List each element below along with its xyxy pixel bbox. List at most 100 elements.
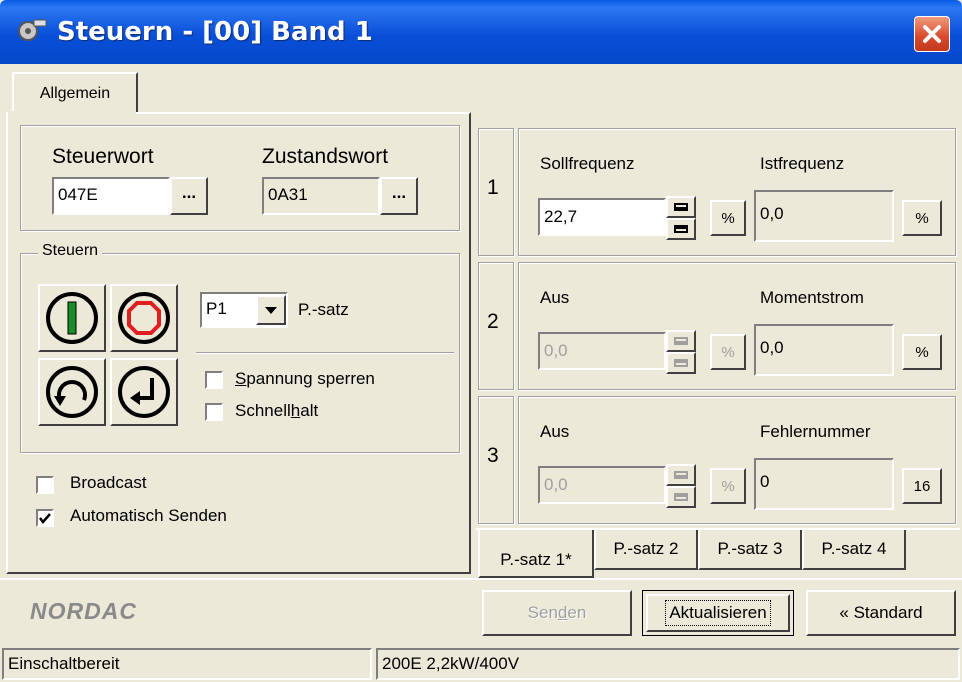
tab-psatz-4[interactable]: P.-satz 4: [802, 530, 906, 570]
row-2-left-label: Aus: [540, 288, 570, 307]
row-1-left-field[interactable]: 22,7: [538, 198, 666, 236]
stop-icon: [118, 292, 170, 344]
row-2-left-field[interactable]: 0,0: [538, 332, 666, 370]
schnellhalt-text-pre: Schnell: [235, 401, 291, 420]
row-2-right-button[interactable]: %: [902, 334, 942, 370]
brand-logo: NORDAC: [30, 598, 137, 624]
row-3-index: 3: [487, 444, 499, 467]
zustandswort-field[interactable]: 0A31: [262, 177, 380, 215]
tab-allgemein-label: Allgemein: [39, 85, 111, 102]
on-button[interactable]: [38, 284, 106, 352]
zustandswort-edit-button[interactable]: ...: [380, 177, 418, 215]
spannung-sperren-label[interactable]: Spannung sperren: [235, 369, 375, 389]
pset-select-value: P1: [206, 299, 227, 318]
steuerwort-field[interactable]: 047E: [52, 177, 170, 215]
schnellhalt-text-post: alt: [300, 401, 319, 420]
steuern-group-label: Steuern: [38, 242, 103, 260]
row-1-spinner[interactable]: [666, 196, 696, 240]
return-icon: [118, 366, 170, 418]
spannung-text-accel: S: [235, 369, 247, 388]
senden-text-pre: Sen: [527, 603, 558, 622]
senden-button[interactable]: Sen d en: [482, 590, 632, 636]
psatz-tabs-baseline: [476, 528, 960, 530]
close-button[interactable]: [914, 16, 950, 52]
checkmark-icon: [39, 513, 51, 524]
pset-label: P.-satz: [298, 300, 349, 319]
row-1-spin-up[interactable]: [666, 196, 696, 218]
spannung-text-post: pannung sperren: [246, 369, 375, 388]
close-icon: [923, 25, 941, 43]
schnellhalt-text-accel: h: [290, 401, 301, 420]
bottom-divider: [0, 578, 962, 580]
row-3-right-button[interactable]: 16: [902, 468, 942, 504]
spin-up-icon: [674, 471, 688, 479]
spin-up-icon: [674, 337, 688, 345]
direction-reverse-icon: [46, 366, 98, 418]
auto-senden-checkbox[interactable]: [36, 509, 54, 527]
row-3-left-label: Aus: [540, 422, 570, 441]
spin-down-icon: [674, 225, 688, 233]
steuerwort-label: Steuerwort: [52, 145, 154, 168]
spannung-sperren-checkbox[interactable]: [205, 371, 223, 389]
row-2-spin-down[interactable]: [666, 352, 696, 374]
row-1-right-button[interactable]: %: [902, 200, 942, 236]
status-right-text: 200E 2,2kW/400V: [382, 654, 520, 673]
chevron-down-icon: [265, 307, 277, 314]
row-3-right-field[interactable]: 0: [754, 458, 894, 510]
schnellhalt-checkbox[interactable]: [205, 403, 223, 421]
steuern-divider: [196, 352, 454, 354]
row-2-index: 2: [487, 310, 499, 333]
window-title: Steuern - [00] Band 1: [57, 17, 373, 47]
spin-up-icon: [674, 203, 688, 211]
standard-button[interactable]: « Standard: [806, 590, 956, 636]
row-1-right-label: Istfrequenz: [760, 154, 845, 173]
tab-psatz-4-label: P.-satz 4: [821, 539, 887, 558]
row-3-left-field[interactable]: 0,0: [538, 466, 666, 504]
zustandswort-label: Zustandswort: [262, 145, 389, 168]
row-3-right-label: Fehlernummer: [760, 422, 871, 441]
senden-text-post: en: [567, 603, 587, 622]
row-3-spin-up[interactable]: [666, 464, 696, 486]
row-1-left-percent-button[interactable]: %: [710, 200, 746, 236]
schnellhalt-label[interactable]: Schnellhalt: [235, 401, 318, 421]
tab-psatz-1[interactable]: P.-satz 1*: [478, 530, 594, 578]
row-1-left-label: Sollfrequenz: [540, 154, 635, 173]
tab-allgemein[interactable]: Allgemein: [12, 72, 138, 114]
tab-psatz-1-label: P.-satz 1*: [500, 550, 572, 569]
power-on-icon: [46, 292, 98, 344]
status-right: 200E 2,2kW/400V: [376, 648, 960, 680]
tab-join: [8, 111, 136, 115]
standard-label: « Standard: [839, 603, 923, 622]
status-left-text: Einschaltbereit: [8, 654, 120, 673]
quick-stop-button[interactable]: [110, 358, 178, 426]
status-left: Einschaltbereit: [2, 648, 372, 680]
reverse-button[interactable]: [38, 358, 106, 426]
row-2-right-label: Momentstrom: [760, 288, 864, 307]
broadcast-checkbox[interactable]: [36, 476, 54, 494]
row-2-spin-up[interactable]: [666, 330, 696, 352]
row-3-spin-down[interactable]: [666, 486, 696, 508]
row-3-spinner[interactable]: [666, 464, 696, 508]
spin-down-icon: [674, 493, 688, 501]
steuerwort-edit-button[interactable]: ...: [170, 177, 208, 215]
aktualisieren-label: Aktualisieren: [665, 600, 771, 626]
row-1-right-field[interactable]: 0,0: [754, 190, 894, 242]
broadcast-label[interactable]: Broadcast: [70, 473, 147, 493]
row-2-left-percent-button[interactable]: %: [710, 334, 746, 370]
tab-psatz-3[interactable]: P.-satz 3: [698, 530, 802, 570]
tab-psatz-2[interactable]: P.-satz 2: [594, 530, 698, 570]
stop-button[interactable]: [110, 284, 178, 352]
senden-text-accel: d: [557, 603, 568, 622]
pset-dropdown-button[interactable]: [256, 295, 286, 325]
row-3-left-percent-button[interactable]: %: [710, 468, 746, 504]
row-1-spin-down[interactable]: [666, 218, 696, 240]
row-1-index: 1: [487, 176, 499, 199]
auto-senden-label[interactable]: Automatisch Senden: [70, 506, 227, 526]
row-2-right-field[interactable]: 0,0: [754, 324, 894, 376]
row-2-spinner[interactable]: [666, 330, 696, 374]
spin-down-icon: [674, 359, 688, 367]
aktualisieren-button[interactable]: Aktualisieren: [642, 590, 794, 636]
tab-psatz-3-label: P.-satz 3: [717, 539, 783, 558]
tab-psatz-2-label: P.-satz 2: [613, 539, 679, 558]
gear-app-icon: [18, 19, 47, 41]
